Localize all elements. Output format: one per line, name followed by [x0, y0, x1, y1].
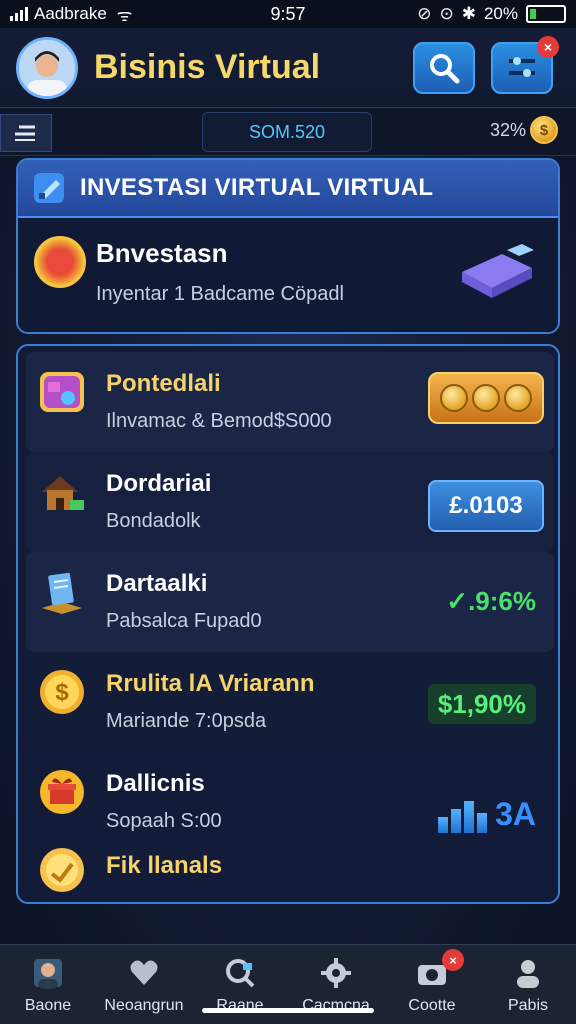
profile-icon — [34, 959, 62, 989]
search-icon — [430, 54, 460, 84]
list-item[interactable]: Fik llanals — [26, 846, 554, 896]
svg-text:$: $ — [55, 679, 69, 706]
battery-fill — [530, 9, 537, 19]
gear-icon — [321, 958, 351, 988]
notification-badge[interactable]: × — [442, 949, 464, 971]
list-item-title: Rrulita lA Vriarann — [106, 670, 315, 697]
filter-button[interactable]: × — [491, 36, 559, 94]
list-item-title: Dartaalki — [106, 570, 208, 597]
battery-percent: 20% — [483, 4, 518, 23]
building-blocks-icon — [462, 244, 534, 298]
investment-item[interactable]: Bnvestasn Inyentar 1 Badcame Cöpadl — [18, 218, 558, 332]
home-indicator[interactable] — [202, 1008, 374, 1013]
nav-label: Pabis — [507, 997, 549, 1014]
heart-icon — [130, 960, 158, 985]
chart-value: 3A — [495, 796, 536, 832]
coin-icon: $ — [530, 116, 558, 144]
list-item-subtitle: Bondadolk — [106, 510, 201, 532]
app-header: Bisinis Virtual × — [0, 28, 576, 108]
location-icon: ⊙ — [439, 4, 454, 23]
nav-item-notifications[interactable]: × Cootte — [384, 945, 480, 1024]
return-value: $1,90% — [427, 684, 536, 724]
status-bar: Aadbrake ᯤ 9:57 ⊘ ⊙ ✱ 20% — [0, 0, 576, 28]
search-icon — [226, 959, 255, 988]
alarm-icon: ⊘ — [417, 4, 432, 23]
nav-item-favorites[interactable]: Neoangrun — [96, 945, 192, 1024]
avatar[interactable] — [16, 36, 78, 99]
summary-bar: SOM.520 32% $ — [0, 108, 576, 156]
house-icon — [42, 476, 84, 510]
percent-indicator[interactable]: 32% $ — [490, 116, 558, 144]
portfolio-icon — [40, 372, 84, 412]
list-item[interactable]: Dartaalki Pabsalca Fupad0 ✓.9:6% — [26, 552, 554, 652]
list-item[interactable]: Pontedlali Ilnvamac & Bemod$S000 — [26, 352, 554, 452]
app-title: Bisinis Virtual — [94, 48, 321, 86]
nav-label: Baone — [24, 997, 72, 1014]
list-item-subtitle: Mariande 7:0psda — [106, 710, 267, 732]
investment-list: Pontedlali Ilnvamac & Bemod$S000 Dordari… — [16, 344, 560, 904]
list-item[interactable]: $ Rrulita lA Vriarann Mariande 7:0psda $… — [26, 652, 554, 752]
investment-panel: INVESTASI VIRTUAL VIRTUAL Bnvestasn Inye… — [16, 158, 560, 334]
user-icon — [517, 960, 539, 988]
value-badge[interactable]: £.0103 — [428, 480, 544, 532]
document-icon — [42, 572, 82, 614]
profile-avatar-icon — [19, 39, 75, 96]
list-item-title: Fik llanals — [106, 852, 223, 879]
briefcase-icon — [34, 173, 64, 203]
search-button[interactable] — [413, 42, 475, 94]
list-item-subtitle: Sopaah S:00 — [106, 810, 222, 832]
battery-icon — [526, 5, 566, 23]
notification-badge[interactable]: × — [537, 36, 559, 58]
nav-item-home[interactable]: Baone — [0, 945, 96, 1024]
percent-value: 32% — [489, 119, 526, 140]
signal-icon — [10, 7, 28, 21]
coin-hand-icon — [40, 848, 84, 892]
sliders-icon — [509, 57, 535, 77]
list-item-title: Pontedlali — [106, 370, 221, 397]
wifi-icon: ᯤ — [116, 5, 133, 25]
bar-chart-icon — [438, 801, 488, 833]
menu-button[interactable] — [0, 114, 52, 152]
nav-label: Cootte — [408, 997, 456, 1014]
list-item[interactable]: Dallicnis Sopaah S:00 3A — [26, 752, 554, 852]
list-item-subtitle: Ilnvamac & Bemod$S000 — [106, 410, 332, 432]
coin-icon — [472, 384, 500, 412]
list-item[interactable]: Dordariai Bondadolk £.0103 — [26, 452, 554, 552]
investment-icon — [34, 236, 86, 288]
nav-label: Neoangrun — [104, 997, 184, 1014]
panel-header: INVESTASI VIRTUAL VIRTUAL — [18, 160, 558, 218]
coins-button[interactable] — [428, 372, 544, 424]
coin-icon — [440, 384, 468, 412]
performance-chart: 3A — [438, 796, 536, 833]
list-item-title: Dordariai — [106, 470, 212, 497]
list-item-subtitle: Pabsalca Fupad0 — [106, 610, 262, 632]
nav-item-profile[interactable]: Pabis — [480, 945, 576, 1024]
gift-icon — [40, 770, 84, 814]
panel-title: INVESTASI VIRTUAL VIRTUAL — [80, 174, 434, 201]
coin-icon — [504, 384, 532, 412]
dollar-coin-icon: $ — [40, 670, 84, 714]
carrier-name: Aadbrake — [34, 4, 107, 23]
balance-display: SOM.520 — [202, 112, 372, 152]
list-item-title: Dallicnis — [106, 770, 205, 797]
menu-icon — [15, 125, 35, 141]
bluetooth-icon: ✱ — [461, 4, 476, 23]
growth-value: ✓.9:6% — [446, 586, 536, 616]
